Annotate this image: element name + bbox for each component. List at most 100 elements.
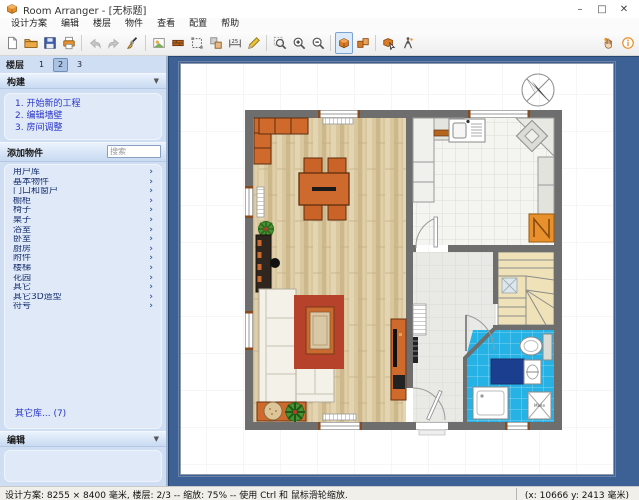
statusbar: 设计方案: 8255 × 8400 毫米, 楼层: 2/3 -- 缩放: 75%…: [0, 486, 639, 500]
pencil-icon[interactable]: [245, 32, 263, 54]
format-brush-icon[interactable]: [124, 32, 142, 54]
category-stairs[interactable]: 楼梯›: [5, 264, 161, 274]
kitchen-tall-cabinets[interactable]: [413, 118, 434, 202]
category-chairs[interactable]: 椅子›: [5, 206, 161, 216]
group-move-icon[interactable]: [207, 32, 225, 54]
minimize-button[interactable]: –: [569, 2, 591, 16]
category-accessories[interactable]: 附件›: [5, 254, 161, 264]
plant-2[interactable]: [285, 402, 305, 422]
radiator-left[interactable]: [257, 187, 264, 217]
pointer-hand-icon[interactable]: [600, 32, 618, 54]
category-label: 桌子: [13, 216, 149, 226]
kitchen-sink[interactable]: [449, 119, 485, 142]
save-icon[interactable]: [41, 32, 59, 54]
menu-edit[interactable]: 编辑: [54, 18, 86, 31]
category-other-3d[interactable]: 其它3D造型›: [5, 293, 161, 303]
hall-radiator[interactable]: [413, 304, 426, 335]
app-logo-icon: [6, 3, 18, 15]
shower[interactable]: [473, 387, 508, 419]
toolbar-separator: [145, 35, 146, 51]
build-step-room-adjust[interactable]: 3. 房间调整: [15, 122, 153, 134]
category-symbols[interactable]: 符号›: [5, 302, 161, 312]
menu-floor[interactable]: 楼层: [86, 18, 118, 31]
build-step-edit-walls[interactable]: 2. 编辑墙壁: [15, 110, 153, 122]
category-label: 楼梯: [13, 264, 149, 274]
floors-row: 楼层 1 2 3: [0, 56, 166, 73]
hall-rack[interactable]: [413, 337, 418, 363]
category-tables[interactable]: 桌子›: [5, 216, 161, 226]
kitchen-top-window: [468, 110, 530, 118]
floor-tab-3[interactable]: 3: [72, 58, 87, 72]
menu-help[interactable]: 帮助: [214, 18, 246, 31]
sidebar: 楼层 1 2 3 构建 ▼ 1. 开始新的工程 2. 编辑墙壁 3. 房间调整 …: [0, 56, 168, 486]
floorplan-svg[interactable]: Miele: [169, 57, 638, 486]
collapse-icon[interactable]: ▼: [154, 77, 159, 85]
front-door: [416, 423, 448, 436]
category-other[interactable]: 其它›: [5, 283, 161, 293]
radiator-bottom[interactable]: [323, 414, 356, 420]
category-bathroom[interactable]: 浴室›: [5, 226, 161, 236]
edit-section-header[interactable]: 编辑 ▼: [0, 431, 166, 447]
more-libraries-link[interactable]: 其它库... (7): [5, 404, 161, 423]
menu-view[interactable]: 查看: [150, 18, 182, 31]
wall-tool-icon[interactable]: [169, 32, 187, 54]
bathroom-sink[interactable]: [524, 360, 541, 384]
bathtub[interactable]: [491, 359, 524, 384]
category-basic-objects[interactable]: 基本物件›: [5, 178, 161, 188]
floorplan-canvas[interactable]: Miele: [168, 56, 639, 486]
print-icon[interactable]: [60, 32, 78, 54]
edit-header-label: 编辑: [7, 433, 154, 446]
tv-cabinet[interactable]: [391, 319, 406, 400]
transform-icon[interactable]: [188, 32, 206, 54]
collapse-icon[interactable]: ▼: [154, 435, 159, 443]
category-label: 其它3D造型: [13, 293, 149, 303]
new-document-icon[interactable]: [3, 32, 21, 54]
undo-icon[interactable]: [86, 32, 104, 54]
category-kitchen[interactable]: 厨房›: [5, 245, 161, 255]
add-3d-shape-icon[interactable]: [380, 32, 398, 54]
category-label: 浴室: [13, 226, 149, 236]
category-garden[interactable]: 花园›: [5, 274, 161, 284]
menu-object[interactable]: 物件: [118, 18, 150, 31]
redo-icon[interactable]: [105, 32, 123, 54]
piano-cabinet[interactable]: [256, 235, 271, 292]
menubar: 设计方案 编辑 楼层 物件 查看 配置 帮助: [0, 18, 639, 31]
objects-3d-icon[interactable]: [354, 32, 372, 54]
zoom-selection-icon[interactable]: [271, 32, 289, 54]
dimension-icon[interactable]: 25: [226, 32, 244, 54]
stool[interactable]: [270, 258, 280, 268]
category-bedroom[interactable]: 卧室›: [5, 235, 161, 245]
category-label: 橱柜: [13, 197, 149, 207]
staircase[interactable]: [498, 252, 554, 325]
zoom-in-icon[interactable]: [290, 32, 308, 54]
zoom-out-icon[interactable]: [309, 32, 327, 54]
open-folder-icon[interactable]: [22, 32, 40, 54]
kitchen-wall-cabinets[interactable]: [538, 157, 554, 214]
category-label: 椅子: [13, 206, 149, 216]
build-section-header[interactable]: 构建 ▼: [0, 73, 166, 89]
walkthrough-icon[interactable]: [399, 32, 417, 54]
menu-design[interactable]: 设计方案: [4, 18, 54, 31]
toolbar-separator: [375, 35, 376, 51]
category-panel-spacer: [5, 312, 161, 404]
svg-text:25: 25: [231, 39, 238, 45]
view-3d-button[interactable]: [335, 32, 353, 54]
bathroom-bottom-window: [505, 422, 530, 430]
floor-tab-1[interactable]: 1: [34, 58, 49, 72]
washing-machine[interactable]: Miele: [528, 392, 551, 419]
maximize-button[interactable]: □: [591, 2, 613, 16]
kitchen-appliance[interactable]: [529, 214, 554, 242]
add-objects-section-header: 添加物件: [0, 142, 166, 162]
category-user-library[interactable]: 用户库›: [5, 168, 161, 178]
category-doors-windows[interactable]: 门口和窗户›: [5, 187, 161, 197]
about-info-icon[interactable]: [619, 32, 637, 54]
rug-and-table[interactable]: [294, 295, 344, 369]
radiator-top[interactable]: [323, 118, 353, 124]
object-search-input[interactable]: [107, 145, 161, 158]
build-step-new-project[interactable]: 1. 开始新的工程: [15, 98, 153, 110]
menu-options[interactable]: 配置: [182, 18, 214, 31]
texture-icon[interactable]: [150, 32, 168, 54]
close-button[interactable]: ✕: [613, 2, 635, 16]
floor-tab-2[interactable]: 2: [53, 58, 68, 72]
category-cabinets[interactable]: 橱柜›: [5, 197, 161, 207]
